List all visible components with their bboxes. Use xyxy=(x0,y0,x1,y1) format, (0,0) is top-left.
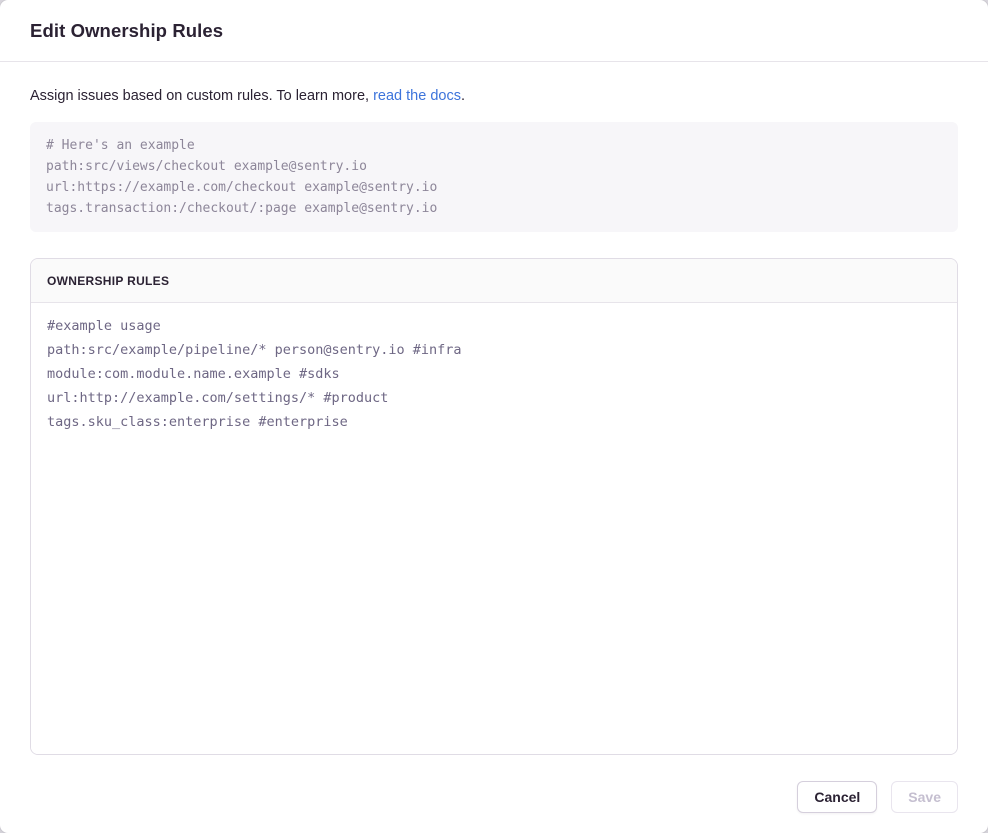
modal-body: Assign issues based on custom rules. To … xyxy=(0,62,988,755)
cancel-button[interactable]: Cancel xyxy=(797,781,877,813)
ownership-rules-panel-header: OWNERSHIP RULES xyxy=(31,259,957,303)
description-text: Assign issues based on custom rules. To … xyxy=(30,88,373,104)
modal-footer: Cancel Save xyxy=(0,755,988,833)
save-button[interactable]: Save xyxy=(891,781,958,813)
modal-header: Edit Ownership Rules xyxy=(0,0,988,62)
description-period: . xyxy=(461,88,465,104)
ownership-rules-textarea[interactable]: #example usage path:src/example/pipeline… xyxy=(31,303,957,754)
ownership-rules-panel-title: OWNERSHIP RULES xyxy=(47,274,169,288)
ownership-rules-panel: OWNERSHIP RULES #example usage path:src/… xyxy=(30,258,958,755)
read-the-docs-link[interactable]: read the docs xyxy=(373,88,461,104)
modal-title: Edit Ownership Rules xyxy=(30,20,223,42)
edit-ownership-rules-modal: Edit Ownership Rules Assign issues based… xyxy=(0,0,988,833)
example-code-block: # Here's an example path:src/views/check… xyxy=(30,122,958,232)
description: Assign issues based on custom rules. To … xyxy=(30,86,958,106)
